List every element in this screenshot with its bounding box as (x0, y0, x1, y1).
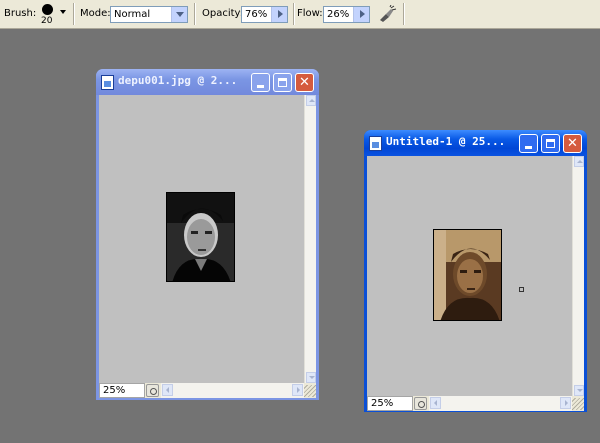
window-title: Untitled-1 @ 25... (386, 135, 506, 148)
flow-label: Flow: (297, 8, 323, 19)
divider (194, 3, 196, 25)
scroll-right-icon[interactable] (292, 384, 303, 396)
brush-tip-icon (42, 4, 53, 15)
close-button[interactable]: ✕ (563, 134, 582, 153)
zoom-field[interactable]: 25% (367, 396, 413, 411)
horizontal-scrollbar[interactable] (161, 383, 304, 398)
vertical-scrollbar[interactable] (572, 156, 584, 396)
scroll-left-icon[interactable] (430, 397, 441, 409)
flow-input[interactable]: 26% (323, 6, 370, 23)
options-bar: Brush: 20 Mode: Normal Opacity: 76% Flow… (0, 0, 600, 29)
minimize-icon (257, 85, 264, 88)
resize-grip[interactable] (572, 398, 584, 410)
scroll-down-icon[interactable] (574, 385, 584, 396)
chevron-right-icon[interactable] (353, 7, 369, 22)
maximize-icon (278, 78, 287, 87)
close-icon: ✕ (567, 136, 578, 151)
brush-preset-picker[interactable]: 20 (38, 2, 68, 27)
brush-size: 20 (41, 16, 53, 26)
zoom-field[interactable]: 25% (99, 383, 145, 398)
canvas-area[interactable] (367, 156, 572, 396)
scroll-up-icon[interactable] (574, 156, 584, 167)
close-icon: ✕ (299, 75, 310, 90)
scroll-down-icon[interactable] (306, 372, 316, 383)
brush-cursor-icon (519, 287, 524, 292)
maximize-button[interactable] (541, 134, 560, 153)
photo-sepia-portrait (433, 229, 502, 321)
divider (73, 3, 75, 25)
maximize-button[interactable] (273, 73, 292, 92)
navigator-icon[interactable] (414, 397, 427, 410)
window-titlebar[interactable]: Untitled-1 @ 25... ✕ (364, 130, 587, 156)
window-titlebar[interactable]: depu001.jpg @ 2... ✕ (96, 69, 319, 95)
document-icon (369, 136, 382, 151)
brush-label: Brush: (4, 8, 37, 19)
chevron-right-icon[interactable] (271, 7, 287, 22)
status-bar: 25% (367, 396, 584, 411)
mode-select[interactable]: Normal (110, 6, 188, 23)
maximize-icon (546, 139, 555, 148)
divider (403, 3, 405, 25)
chevron-down-icon (171, 7, 187, 22)
mode-label: Mode: (80, 8, 111, 19)
opacity-label: Opacity: (202, 8, 244, 19)
navigator-icon[interactable] (146, 384, 159, 397)
canvas-area[interactable] (99, 95, 304, 383)
minimize-button[interactable] (251, 73, 270, 92)
scroll-up-icon[interactable] (306, 95, 316, 106)
opacity-value: 76% (245, 9, 268, 20)
chevron-down-icon (60, 10, 66, 14)
photo-bw-portrait (166, 192, 235, 282)
document-icon (101, 75, 114, 90)
close-button[interactable]: ✕ (295, 73, 314, 92)
resize-grip[interactable] (304, 385, 316, 397)
status-bar: 25% (99, 383, 316, 398)
divider (293, 3, 295, 25)
opacity-input[interactable]: 76% (241, 6, 288, 23)
scroll-right-icon[interactable] (560, 397, 571, 409)
window-title: depu001.jpg @ 2... (118, 74, 238, 87)
flow-value: 26% (327, 9, 350, 20)
minimize-button[interactable] (519, 134, 538, 153)
minimize-icon (525, 146, 532, 149)
airbrush-icon[interactable] (377, 5, 397, 23)
document-window-untitled-1[interactable]: Untitled-1 @ 25... ✕ 25% (364, 130, 587, 412)
scroll-left-icon[interactable] (162, 384, 173, 396)
vertical-scrollbar[interactable] (304, 95, 316, 383)
horizontal-scrollbar[interactable] (429, 396, 572, 411)
mode-value: Normal (114, 9, 151, 20)
document-window-depu001[interactable]: depu001.jpg @ 2... ✕ 25% (96, 69, 319, 400)
